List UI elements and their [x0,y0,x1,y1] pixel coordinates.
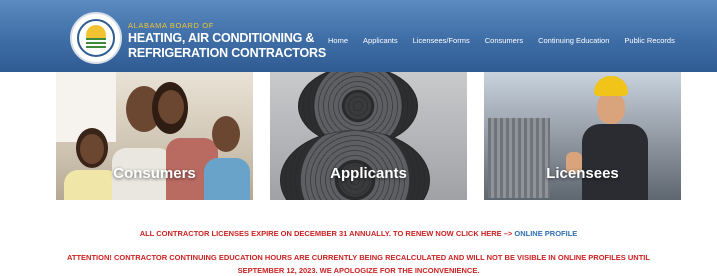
hvac-unit [488,118,550,198]
family-figure [80,134,104,164]
family-figure [212,116,240,152]
brand-title-line1[interactable]: HEATING, AIR CONDITIONING & [128,31,314,45]
technician-figure [597,92,625,124]
licensees-panel[interactable]: Licensees [484,72,681,200]
family-figure [158,90,184,124]
nav-applicants[interactable]: Applicants [363,36,398,45]
nav-continuing-education[interactable]: Continuing Education [538,36,609,45]
online-profile-link[interactable]: ONLINE PROFILE [514,229,577,238]
renewal-notice-text: ALL CONTRACTOR LICENSES EXPIRE ON DECEMB… [139,229,515,238]
brand-title-line2[interactable]: REFRIGERATION CONTRACTORS [128,46,326,60]
attention-notice-line1: ATTENTION! CONTRACTOR CONTINUING EDUCATI… [67,253,650,262]
seal-stripes [86,38,106,50]
attention-notice-line2: SEPTEMBER 12, 2023. WE APOLOGIZE FOR THE… [237,266,480,275]
main-nav: Home Applicants Licensees/Forms Consumer… [328,36,690,45]
applicants-panel[interactable]: Applicants [270,72,467,200]
nav-consumers[interactable]: Consumers [485,36,523,45]
state-seal-icon[interactable] [70,12,122,64]
panel-label-licensees[interactable]: Licensees [484,165,681,182]
nav-public-records[interactable]: Public Records [624,36,674,45]
site-header: ALABAMA BOARD OF HEATING, AIR CONDITIONI… [0,0,717,72]
hard-hat-icon [594,76,628,96]
nav-home[interactable]: Home [328,36,348,45]
panel-label-consumers[interactable]: Consumers [56,165,253,182]
brand-subtitle: ALABAMA BOARD OF [128,21,214,30]
technician-figure [582,124,648,200]
panel-label-applicants[interactable]: Applicants [270,165,467,182]
nav-licensees-forms[interactable]: Licensees/Forms [413,36,470,45]
renewal-notice: ALL CONTRACTOR LICENSES EXPIRE ON DECEMB… [0,229,717,238]
consumers-panel[interactable]: Consumers [56,72,253,200]
